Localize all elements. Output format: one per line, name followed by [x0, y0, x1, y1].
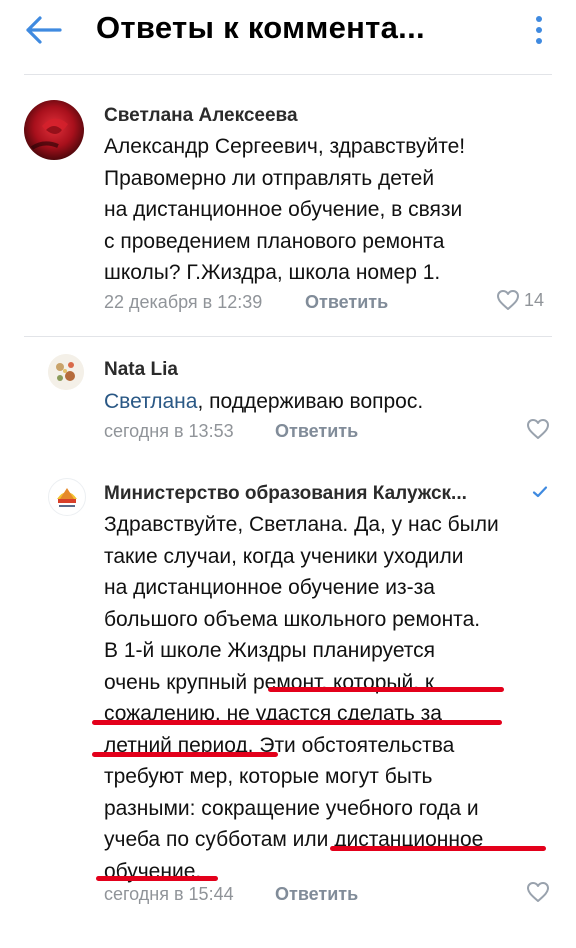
top-bar: Ответы к коммента... — [0, 0, 576, 62]
comment-line: Правомерно ли отправлять детей — [104, 166, 435, 190]
avatar[interactable] — [48, 354, 84, 390]
heart-icon — [497, 290, 519, 310]
highlight-underline — [92, 752, 278, 757]
highlight-underline — [268, 687, 504, 692]
like-button[interactable]: 14 — [496, 289, 544, 311]
comment-line: с проведением планового ремонта — [104, 229, 445, 253]
comment-line: требуют мер, которые могут быть — [104, 765, 433, 788]
back-button[interactable] — [22, 12, 66, 48]
verified-badge — [532, 484, 548, 500]
comment-author[interactable]: Министерство образования Калужск... — [104, 483, 467, 505]
rose-avatar-image — [24, 100, 84, 160]
comment-line: школы? Г.Жиздра, школа номер 1. — [104, 261, 441, 284]
like-button[interactable] — [526, 418, 550, 440]
reply-button[interactable]: Ответить — [275, 421, 358, 442]
comment-line: разными: сокращение учебного года и — [104, 796, 479, 820]
like-button[interactable] — [526, 881, 550, 903]
comment-line: Александр Сергеевич, здравствуйте! — [104, 135, 466, 158]
comment-timestamp: сегодня в 15:44 — [104, 884, 234, 904]
highlight-underline — [92, 720, 502, 725]
comment-line: Здравствуйте, Светлана. Да, у нас были — [104, 513, 499, 536]
comment-timestamp: 22 декабря в 12:39 — [104, 292, 263, 312]
comment-text: Здравствуйте, Светлана. Да, у нас были т… — [104, 509, 499, 887]
comment-line: на дистанционное обучение из-за — [104, 576, 435, 599]
comment-line: В 1-й школе Жиздры планируется — [104, 639, 436, 662]
comment-line: такие случаи, когда ученики уходили — [104, 544, 464, 568]
comment-line: очень крупный ремонт, который, к — [104, 670, 435, 694]
highlight-underline — [96, 876, 218, 881]
like-count: 14 — [524, 289, 545, 310]
reply-button[interactable]: Ответить — [275, 884, 358, 905]
heart-icon — [527, 419, 549, 439]
comment-line: большого объема школьного ремонта. — [104, 607, 481, 631]
page-title: Ответы к коммента... — [96, 10, 425, 45]
mention-link[interactable]: Светлана — [104, 390, 197, 413]
avatar[interactable] — [48, 478, 86, 516]
header-divider — [24, 74, 552, 75]
arrow-left-icon — [26, 16, 62, 44]
comment-text-rest: , поддерживаю вопрос. — [197, 390, 424, 413]
floral-avatar-image — [48, 354, 84, 390]
comment-line: на дистанционное обучение, в связи — [104, 198, 463, 221]
comment-divider — [24, 336, 552, 337]
comment-line: обучение. — [104, 859, 202, 883]
check-icon — [532, 486, 548, 498]
ministry-logo-image — [50, 480, 84, 514]
more-button[interactable] — [528, 10, 550, 50]
more-vertical-icon — [536, 16, 542, 44]
avatar[interactable] — [24, 100, 84, 160]
heart-icon — [527, 882, 549, 902]
comment-text: Александр Сергеевич, здравствуйте! Право… — [104, 131, 465, 289]
comment-author[interactable]: Nata Lia — [104, 359, 178, 381]
comment-timestamp: сегодня в 13:53 — [104, 421, 234, 441]
highlight-underline — [330, 846, 546, 851]
comment-author[interactable]: Светлана Алексеева — [104, 105, 298, 127]
reply-button[interactable]: Ответить — [305, 292, 388, 313]
comment-text: Светлана, поддерживаю вопрос. — [104, 386, 423, 418]
